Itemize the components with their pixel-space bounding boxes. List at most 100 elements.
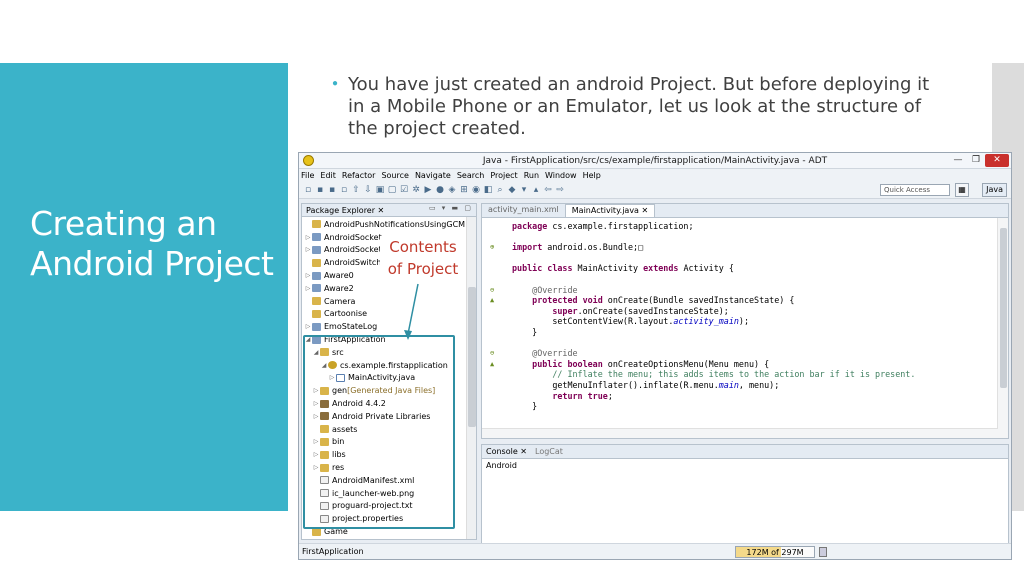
save-all-icon[interactable]: ▪	[326, 185, 338, 195]
tree-item[interactable]: ◢ src	[302, 346, 476, 359]
sdk-manager-icon[interactable]: ▣	[374, 185, 386, 195]
tree-item[interactable]: project.properties	[302, 512, 476, 525]
tree-item[interactable]: assets	[302, 423, 476, 436]
close-icon[interactable]: ✕	[985, 154, 1009, 167]
code-area[interactable]: package cs.example.firstapplication; ⊕ im…	[482, 218, 1008, 412]
minimize-icon[interactable]: —	[949, 154, 967, 167]
view-controls-icon[interactable]: ▭ ▾ ▬ ▢	[429, 204, 473, 212]
lint-icon[interactable]: ☑	[398, 185, 410, 195]
menu-run[interactable]: Run	[524, 171, 539, 180]
tree-item-label: AndroidSocket	[324, 245, 382, 255]
twisty-icon[interactable]: ▷	[312, 464, 320, 471]
tree-item[interactable]: Game	[302, 525, 476, 538]
tree-item[interactable]: ▷ gen [Generated Java Files]	[302, 384, 476, 397]
tree-item-label: res	[332, 463, 345, 473]
tree-item-label: Aware0	[324, 271, 354, 281]
back-icon[interactable]: ⇦	[542, 185, 554, 195]
tree-item[interactable]: ▷ Android Private Libraries	[302, 410, 476, 423]
twisty-icon[interactable]: ▷	[312, 413, 320, 420]
print-icon[interactable]: ▫	[338, 185, 350, 195]
tree-item[interactable]: ▷ EmoStateLog	[302, 320, 476, 333]
tab-main-activity-java[interactable]: MainActivity.java ✕	[564, 204, 656, 217]
tree-item-suffix: [Generated Java Files]	[347, 386, 436, 396]
folder-icon	[312, 527, 321, 536]
search-icon[interactable]: ⌕	[494, 185, 506, 195]
avd-manager-icon[interactable]: ▢	[386, 185, 398, 195]
new-java-project-icon[interactable]: ◈	[446, 185, 458, 195]
tab-logcat[interactable]: LogCat	[535, 447, 563, 456]
tree-scrollbar[interactable]	[466, 217, 476, 539]
download-icon[interactable]: ⇩	[362, 185, 374, 195]
twisty-icon[interactable]: ▷	[304, 285, 312, 292]
twisty-icon[interactable]: ▷	[304, 323, 312, 330]
forward-icon[interactable]: ⇨	[554, 185, 566, 195]
package-explorer-tab[interactable]: Package Explorer ✕ ▭ ▾ ▬ ▢	[302, 204, 476, 217]
run-icon[interactable]: ▶	[422, 185, 434, 195]
save-icon[interactable]: ▪	[314, 185, 326, 195]
new-class-icon[interactable]: ◉	[470, 185, 482, 195]
proj-icon	[312, 233, 321, 242]
fold-icon[interactable]: ⊖	[490, 348, 494, 359]
tree-item-label: assets	[332, 424, 358, 434]
tree-item[interactable]: ▷ MainActivity.java	[302, 372, 476, 385]
open-perspective-icon[interactable]: ▦	[955, 183, 969, 197]
tree-item[interactable]: Cartoonise	[302, 308, 476, 321]
tree-item[interactable]: ▷ res	[302, 461, 476, 474]
twisty-icon[interactable]: ▷	[328, 374, 336, 381]
console-output[interactable]: Android	[482, 459, 1008, 472]
twisty-icon[interactable]: ▷	[312, 451, 320, 458]
tree-item[interactable]: proguard-project.txt	[302, 500, 476, 513]
tree-scroll-thumb[interactable]	[468, 287, 476, 427]
menu-search[interactable]: Search	[457, 171, 484, 180]
menu-navigate[interactable]: Navigate	[415, 171, 451, 180]
tree-item[interactable]: ◢ cs.example.firstapplication	[302, 359, 476, 372]
tree-item[interactable]: ▷ bin	[302, 436, 476, 449]
editor-scroll-thumb[interactable]	[1000, 228, 1007, 388]
tree-item[interactable]: ▷ Android 4.4.2	[302, 397, 476, 410]
prev-annotation-icon[interactable]: ▴	[530, 185, 542, 195]
open-type-icon[interactable]: ◧	[482, 185, 494, 195]
twisty-icon[interactable]: ▷	[304, 272, 312, 279]
debug-icon[interactable]: ✲	[410, 185, 422, 195]
fold-icon[interactable]: ⊖	[490, 285, 494, 296]
quick-access-input[interactable]: Quick Access	[880, 184, 950, 196]
external-tools-icon[interactable]: ●	[434, 185, 446, 195]
tree-item[interactable]: AndroidPushNotificationsUsingGCM	[302, 218, 476, 231]
twisty-icon[interactable]: ◢	[320, 362, 328, 369]
tree-item[interactable]: AndroidManifest.xml	[302, 474, 476, 487]
twisty-icon[interactable]: ▷	[312, 400, 320, 407]
gc-trash-icon[interactable]	[819, 547, 827, 557]
twisty-icon[interactable]: ▷	[304, 246, 312, 253]
twisty-icon[interactable]: ▷	[312, 438, 320, 445]
tree-item[interactable]: ic_launcher-web.png	[302, 487, 476, 500]
new-package-icon[interactable]: ⊞	[458, 185, 470, 195]
twisty-icon[interactable]: ◢	[312, 349, 320, 356]
menu-file[interactable]: File	[301, 171, 314, 180]
fold-icon[interactable]: ⊕	[490, 242, 494, 253]
toggle-mark-icon[interactable]: ◆	[506, 185, 518, 195]
menu-refactor[interactable]: Refactor	[342, 171, 376, 180]
maximize-icon[interactable]: ❐	[967, 154, 985, 167]
next-annotation-icon[interactable]: ▾	[518, 185, 530, 195]
editor-hscrollbar[interactable]	[482, 428, 998, 438]
tree-item[interactable]: ◢ FirstApplication	[302, 333, 476, 346]
tree-item[interactable]: Camera	[302, 295, 476, 308]
java-perspective-button[interactable]: Java	[982, 183, 1007, 197]
menu-edit[interactable]: Edit	[320, 171, 336, 180]
menu-project[interactable]: Project	[490, 171, 517, 180]
tree-item[interactable]: ▷ libs	[302, 448, 476, 461]
heap-status[interactable]: 172M of 297M	[735, 546, 815, 558]
twisty-icon[interactable]: ◢	[304, 336, 312, 343]
twisty-icon[interactable]: ▷	[304, 234, 312, 241]
new-icon[interactable]: ▫	[302, 185, 314, 195]
menu-window[interactable]: Window	[545, 171, 577, 180]
twisty-icon[interactable]: ▷	[312, 387, 320, 394]
tree-item-label: src	[332, 347, 344, 357]
tab-activity-main-xml[interactable]: activity_main.xml	[482, 204, 565, 217]
menu-help[interactable]: Help	[583, 171, 601, 180]
tab-console[interactable]: Console ✕	[486, 447, 527, 456]
upload-icon[interactable]: ⇧	[350, 185, 362, 195]
editor-vscrollbar[interactable]	[997, 218, 1008, 438]
menu-source[interactable]: Source	[381, 171, 408, 180]
code-line: super.onCreate(savedInstanceState);	[552, 305, 729, 316]
